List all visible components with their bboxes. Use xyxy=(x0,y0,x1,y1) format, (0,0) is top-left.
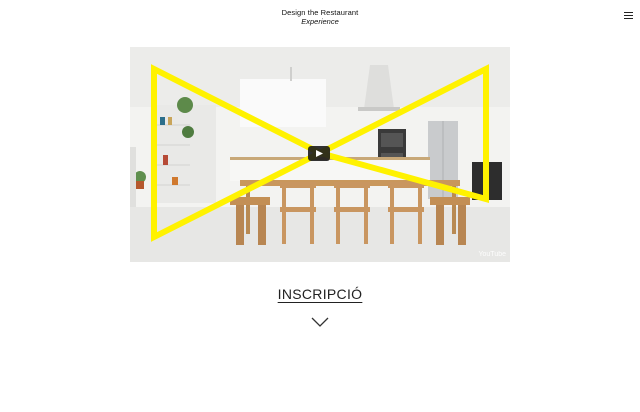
site-title[interactable]: Design the Restaurant Experience xyxy=(0,8,640,26)
site-title-line1: Design the Restaurant xyxy=(281,8,359,17)
chevron-down-icon[interactable] xyxy=(311,317,329,327)
play-icon[interactable] xyxy=(308,146,330,161)
inscripcio-link[interactable]: INSCRIPCIÓ xyxy=(278,286,363,302)
page: Design the Restaurant Experience YouTube… xyxy=(0,0,640,412)
site-title-line2: Experience xyxy=(301,17,339,26)
hamburger-icon[interactable] xyxy=(624,12,633,19)
youtube-watermark[interactable]: YouTube xyxy=(478,251,506,258)
cta-container: INSCRIPCIÓ xyxy=(0,286,640,304)
video-player[interactable]: YouTube xyxy=(130,47,510,262)
